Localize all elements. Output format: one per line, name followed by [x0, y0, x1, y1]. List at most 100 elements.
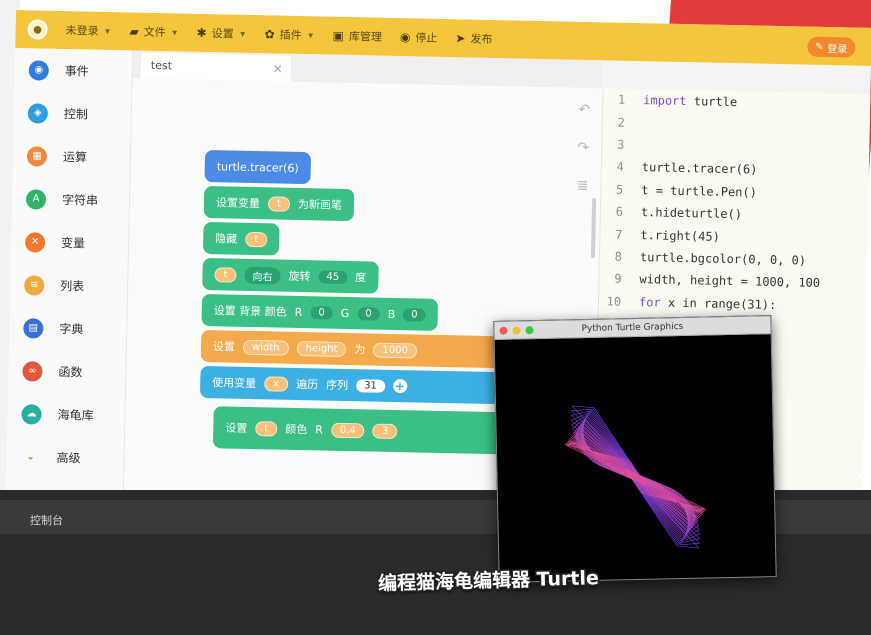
chevron-down-icon: ▼ [170, 27, 179, 37]
console-label: 控制台 [30, 514, 63, 527]
stop-icon: ◉ [399, 30, 411, 45]
set-variable-block[interactable]: 设置变量 t 为新画笔 [203, 185, 355, 222]
close-icon[interactable]: ✕ [854, 470, 865, 485]
hide-turtle-block[interactable]: 隐藏 t [202, 221, 280, 256]
range-input[interactable]: 31 [356, 378, 386, 393]
sidebar-item-label: 列表 [60, 278, 85, 294]
book-icon: ▤ [23, 317, 44, 339]
block-text: 为新画笔 [297, 197, 343, 212]
sidebar-item-control[interactable]: ◈ 控制 [13, 91, 131, 136]
block-text: 设置 [212, 340, 236, 354]
tracer-block[interactable]: turtle.tracer(6) [204, 149, 312, 185]
settings-menu-label: 设置 [211, 28, 234, 41]
set-color-block[interactable]: 设置 t 颜色 R 0.4 3 [212, 406, 504, 455]
variable-dropdown[interactable]: height [296, 340, 347, 357]
variable-dropdown[interactable]: t [214, 266, 237, 283]
blue-input[interactable]: 0 [403, 307, 426, 322]
user-menu[interactable]: 未登录 ▼ [65, 22, 111, 39]
redo-icon[interactable]: ↷ [577, 140, 589, 156]
sidebar-item-label: 函数 [58, 364, 83, 380]
plugin-icon: ✿ [264, 27, 275, 42]
block-text: 旋转 [288, 269, 311, 284]
code-text: turtle.bgcolor(0, 0, 0) [639, 250, 807, 268]
sidebar-item-dictionaries[interactable]: ▤ 字典 [9, 306, 127, 351]
library-icon: ▣ [332, 28, 345, 43]
block-text: 设置 [225, 421, 248, 435]
block-text: 使用变量 [212, 376, 257, 391]
code-text: import turtle [643, 93, 738, 110]
variable-dropdown[interactable]: t [245, 231, 268, 247]
image-caption: 编程猫海龟编辑器 Turtle [377, 567, 600, 595]
color-value-input[interactable]: 3 [372, 423, 398, 439]
sidebar-item-advanced[interactable]: ⌄ 高级 [6, 435, 124, 480]
value-input[interactable]: 1000 [373, 342, 418, 358]
turtle-drawing-canvas [564, 405, 707, 549]
variable-dropdown[interactable]: x [264, 375, 289, 392]
line-number: 4 [616, 159, 624, 175]
list-icon: ≡ [24, 274, 45, 296]
gear-icon: ✱ [196, 25, 207, 40]
sidebar-item-functions[interactable]: ∞ 函数 [8, 349, 126, 394]
sidebar-item-turtle[interactable]: ☁ 海龟库 [7, 392, 125, 437]
sidebar-item-strings[interactable]: A 字符串 [12, 177, 130, 222]
stop-button[interactable]: ◉ 停止 [400, 29, 438, 46]
color-value-input[interactable]: 0.4 [330, 422, 365, 438]
code-text: for x in range(31): [638, 294, 777, 312]
plugin-menu[interactable]: ✿ 插件 ▼ [264, 26, 314, 43]
turtle-graphics-window[interactable]: Python Turtle Graphics [493, 315, 777, 583]
login-button[interactable]: ✎ 登录 [806, 36, 856, 58]
bgcolor-block[interactable]: 设置 背景 颜色 R 0 G 0 B 0 [201, 293, 438, 331]
direction-dropdown[interactable]: 向右 [244, 266, 281, 285]
text-icon: A [25, 188, 47, 210]
pencil-icon: ✎ [814, 41, 824, 53]
sidebar-item-label: 事件 [64, 64, 89, 79]
chevron-down-icon: ▼ [238, 29, 247, 39]
set-width-height-block[interactable]: 设置 width height 为 1000 [200, 329, 502, 369]
red-input[interactable]: 0 [310, 305, 333, 320]
chevron-down-icon: ▼ [103, 26, 112, 36]
green-input[interactable]: 0 [357, 306, 380, 321]
file-menu-label: 文件 [143, 26, 166, 40]
variable-dropdown[interactable]: t [267, 195, 291, 212]
sidebar-item-lists[interactable]: ≡ 列表 [10, 263, 128, 308]
user-avatar[interactable]: ● [27, 19, 48, 40]
line-number: 10 [606, 294, 622, 309]
tab-test[interactable]: test × [140, 52, 292, 82]
variable-dropdown[interactable]: t [255, 420, 278, 437]
sidebar-item-operators[interactable]: ▦ 运算 [13, 134, 131, 179]
close-icon[interactable]: × [273, 61, 283, 75]
sidebar-item-variables[interactable]: ✕ 变量 [11, 220, 129, 265]
file-menu[interactable]: ▰ 文件 ▼ [129, 23, 178, 40]
library-manager-button[interactable]: ▣ 库管理 [332, 28, 382, 45]
turn-block[interactable]: t 向右 旋转 45 度 [202, 257, 379, 294]
line-number: 3 [616, 137, 625, 152]
angle-input[interactable]: 45 [318, 269, 348, 284]
format-icon[interactable]: ≣ [577, 178, 589, 194]
line-number: 8 [614, 249, 623, 264]
chevron-down-icon: ▼ [306, 30, 315, 40]
block-text: 遍历 [296, 377, 319, 392]
code-text: t.right(45) [640, 227, 721, 244]
undo-icon[interactable]: ↶ [578, 102, 590, 118]
settings-menu[interactable]: ✱ 设置 ▼ [196, 25, 246, 42]
block-text: R [315, 422, 323, 437]
publish-label: 发布 [470, 33, 493, 46]
for-loop-block[interactable]: 使用变量 x 遍历 序列 31 + [199, 365, 501, 405]
workspace-scrollbar[interactable] [590, 198, 597, 259]
sidebar-item-label: 高级 [56, 450, 81, 466]
folder-icon: ▰ [129, 24, 139, 39]
publish-button[interactable]: ➤ 发布 [455, 30, 492, 47]
user-label: 未登录 [65, 25, 99, 38]
sidebar-item-events[interactable]: ◉ 事件 [14, 48, 132, 93]
calculator-icon: ▦ [26, 145, 48, 167]
block-text: 设置变量 [215, 196, 261, 211]
line-number: 1 [617, 92, 626, 107]
turtle-window-title: Python Turtle Graphics [581, 321, 684, 334]
sidebar-item-label: 运算 [62, 150, 88, 165]
turtle-icon: ☁ [21, 403, 42, 425]
add-icon[interactable]: + [392, 378, 408, 394]
workspace-tools: ↶ ↷ ≣ [577, 102, 591, 194]
tab-label: test [150, 58, 173, 73]
variable-dropdown[interactable]: width [242, 339, 289, 356]
sidebar-item-label: 变量 [60, 235, 86, 251]
